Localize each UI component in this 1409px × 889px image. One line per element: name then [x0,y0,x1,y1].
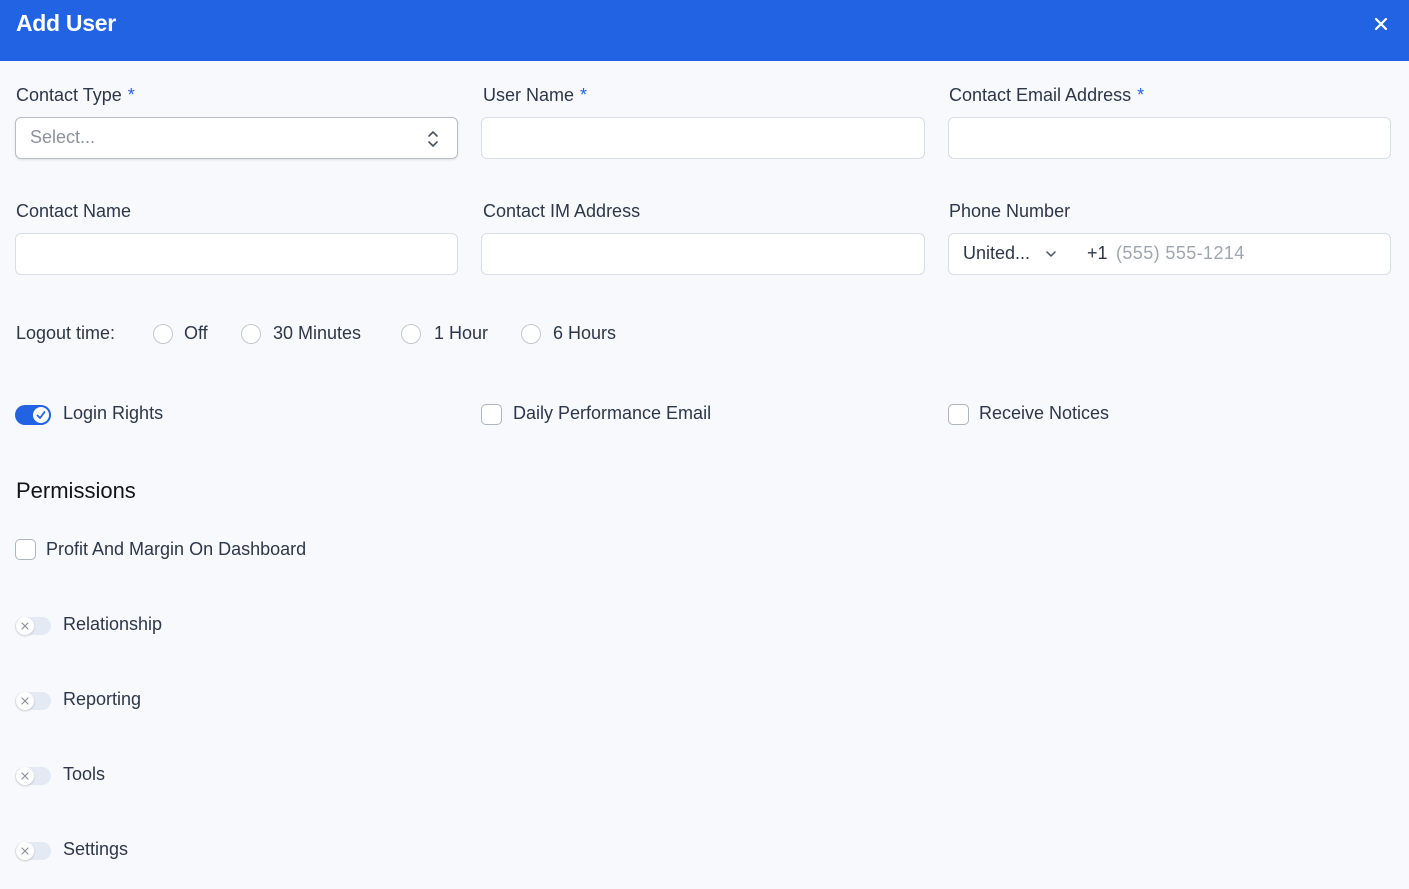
close-icon [1374,17,1388,31]
required-marker: * [127,85,135,105]
contact-im-label: Contact IM Address [483,201,641,221]
toggle-knob [16,617,34,635]
dial-code: +1 [1087,243,1108,263]
logout-radio-6-hours[interactable] [521,324,541,344]
select-arrows-icon [428,131,438,147]
logout-radio-1-hour[interactable] [401,324,421,344]
chevron-down-icon[interactable] [1045,249,1057,259]
close-button[interactable] [1371,14,1391,34]
toggle-knob [16,692,34,710]
user-name-label: User Name * [483,85,588,105]
contact-im-input[interactable] [482,234,924,274]
required-marker: * [1137,85,1145,105]
settings-label: Settings [63,839,129,859]
user-name-field[interactable] [481,117,925,159]
user-name-input[interactable] [482,118,924,158]
logout-option-6-hours-label: 6 Hours [553,323,617,343]
contact-type-select[interactable]: Select... [15,117,458,159]
tools-toggle[interactable] [15,767,51,785]
daily-performance-email-checkbox[interactable] [481,404,502,425]
contact-email-field[interactable] [948,117,1391,159]
logout-time-label: Logout time: [16,323,116,343]
contact-name-field[interactable] [15,233,458,275]
toggle-knob [16,767,34,785]
modal-title: Add User [16,10,116,36]
logout-option-off-label: Off [184,323,208,343]
profit-margin-checkbox[interactable] [15,539,36,560]
login-rights-toggle[interactable] [15,405,51,425]
check-icon [36,411,46,419]
logout-radio-30-minutes[interactable] [241,324,261,344]
login-rights-label: Login Rights [63,403,164,423]
contact-name-input[interactable] [16,234,457,274]
contact-email-input[interactable] [949,118,1390,158]
settings-toggle[interactable] [15,842,51,860]
logout-radio-off[interactable] [153,324,173,344]
x-icon [21,622,29,630]
phone-number-field: United... +1 (555) 555-1214 [948,233,1391,275]
phone-number-label: Phone Number [949,201,1071,221]
contact-email-label: Contact Email Address * [949,85,1145,105]
reporting-toggle[interactable] [15,692,51,710]
daily-performance-email-label: Daily Performance Email [513,403,712,423]
x-icon [21,697,29,705]
x-icon [21,847,29,855]
toggle-knob [33,407,49,423]
country-select[interactable]: United... [963,243,1030,264]
logout-option-30-minutes-label: 30 Minutes [273,323,362,343]
required-marker: * [580,85,588,105]
receive-notices-checkbox[interactable] [948,404,969,425]
contact-type-placeholder: Select... [30,127,96,147]
contact-im-field[interactable] [481,233,925,275]
contact-type-label: Contact Type * [16,85,135,105]
relationship-label: Relationship [63,614,163,634]
reporting-label: Reporting [63,689,142,709]
logout-option-1-hour-label: 1 Hour [434,323,489,343]
profit-margin-label: Profit And Margin On Dashboard [46,539,307,559]
toggle-knob [16,842,34,860]
modal-header: Add User [0,0,1409,61]
receive-notices-label: Receive Notices [979,403,1110,423]
permissions-title: Permissions [16,478,136,503]
relationship-toggle[interactable] [15,617,51,635]
x-icon [21,772,29,780]
phone-input[interactable]: (555) 555-1214 [1116,243,1245,264]
tools-label: Tools [63,764,106,784]
contact-name-label: Contact Name [16,201,132,221]
